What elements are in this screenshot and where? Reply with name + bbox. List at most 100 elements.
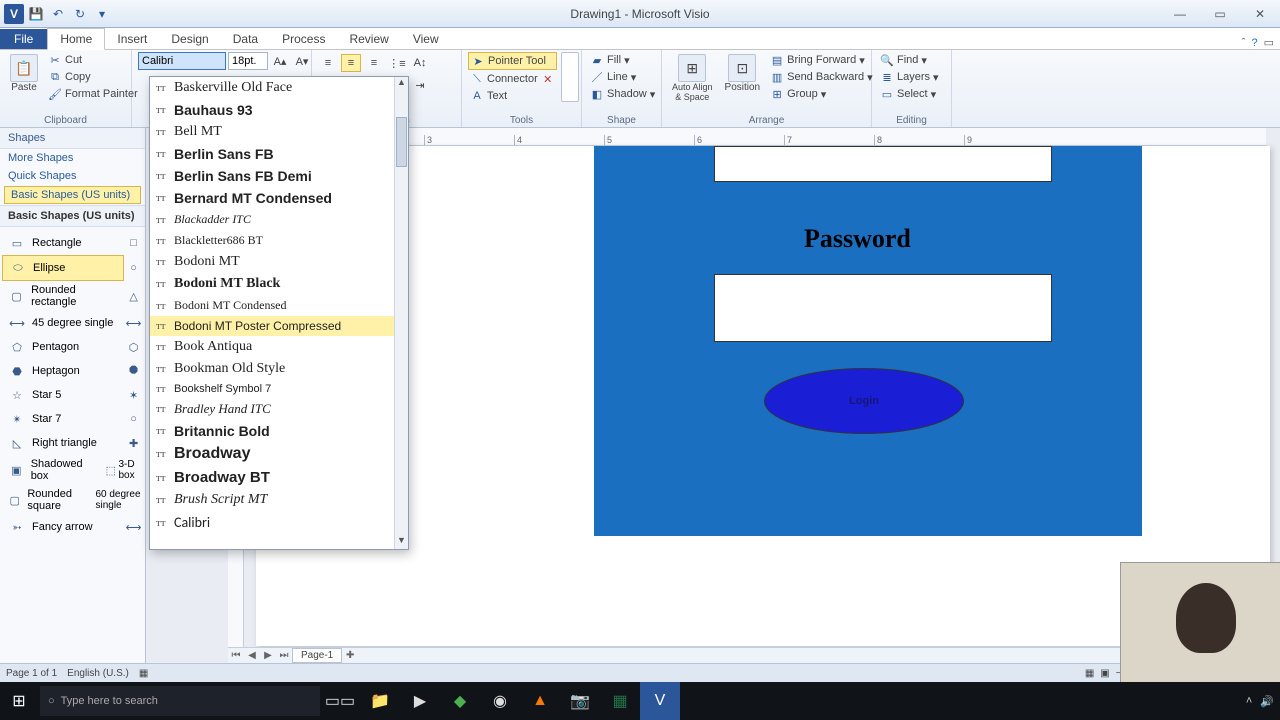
bullets-button[interactable]: ⋮≡ xyxy=(387,54,407,72)
shape-rounded-rect[interactable]: ▢Rounded rectangle xyxy=(2,281,124,311)
page-tab-1[interactable]: Page-1 xyxy=(292,648,342,663)
format-painter-button[interactable]: 🖌Format Painter xyxy=(46,86,140,102)
tools-expand[interactable] xyxy=(561,52,579,102)
shapes-header[interactable]: Shapes xyxy=(0,128,145,149)
password-label[interactable]: Password xyxy=(804,224,911,254)
tab-data[interactable]: Data xyxy=(221,29,270,49)
ribbon-minimize-icon[interactable]: ˆ xyxy=(1242,37,1246,49)
select-button[interactable]: ▭Select▾ xyxy=(878,86,941,102)
status-lang[interactable]: English (U.S.) xyxy=(67,668,129,679)
font-option[interactable]: ᴛᴛBrush Script MT xyxy=(150,489,394,511)
system-tray[interactable]: ˄ 🔊 xyxy=(1246,695,1280,708)
fill-button[interactable]: ▰Fill▾ xyxy=(588,52,657,68)
copy-button[interactable]: ⧉Copy xyxy=(46,69,140,85)
taskbar-search[interactable]: ○ Type here to search xyxy=(40,686,320,716)
tray-wifi-icon[interactable]: 🔊 xyxy=(1260,695,1274,708)
scroll-down-icon[interactable]: ▼ xyxy=(395,535,408,549)
shape-star7[interactable]: ✴Star 7 xyxy=(2,407,124,431)
tab-home[interactable]: Home xyxy=(47,28,105,50)
login-ellipse[interactable]: Login xyxy=(764,368,964,434)
square-icon[interactable]: □ xyxy=(124,234,143,252)
shape-ellipse[interactable]: ⬭Ellipse xyxy=(2,255,124,281)
font-dropdown[interactable]: ᴛᴛBaskerville Old FaceᴛᴛBauhaus 93ᴛᴛBell… xyxy=(149,76,409,550)
font-size-input[interactable] xyxy=(228,52,268,70)
cross-icon[interactable]: ✚ xyxy=(124,434,143,452)
increase-indent-button[interactable]: ⇥ xyxy=(410,76,430,94)
tab-process[interactable]: Process xyxy=(270,29,337,49)
vlc-icon[interactable]: ▲ xyxy=(520,682,560,720)
tab-file[interactable]: File xyxy=(0,29,47,49)
font-option[interactable]: ᴛᴛBodoni MT xyxy=(150,251,394,273)
view-normal-icon[interactable]: ▦ xyxy=(1085,668,1094,679)
position-button[interactable]: ⊡Position xyxy=(721,52,765,95)
font-option[interactable]: ᴛᴛBlackletter686 BT xyxy=(150,230,394,251)
page-prev[interactable]: ◀ xyxy=(244,650,260,661)
circle-icon[interactable]: ○ xyxy=(124,259,143,277)
minimize-button[interactable]: — xyxy=(1160,4,1200,24)
shape-pentagon[interactable]: ⬠Pentagon xyxy=(2,335,124,359)
page-insert[interactable]: ✚ xyxy=(342,650,358,661)
shape-fancy[interactable]: ➳Fancy arrow xyxy=(2,515,124,539)
font-option[interactable]: ᴛᴛBerlin Sans FB xyxy=(150,143,394,165)
font-option[interactable]: ᴛᴛBlackadder ITC xyxy=(150,209,394,230)
shape-shadowed[interactable]: ▣Shadowed box xyxy=(2,455,103,485)
hexagon-icon[interactable]: ⬡ xyxy=(124,338,143,356)
qat-undo[interactable]: ↶ xyxy=(48,4,68,24)
page-first[interactable]: ⏮ xyxy=(228,650,244,661)
align-bottom-button[interactable]: ≡ xyxy=(364,54,384,72)
layers-button[interactable]: ≣Layers▾ xyxy=(878,69,941,85)
find-button[interactable]: 🔍Find▾ xyxy=(878,52,941,68)
font-option[interactable]: ᴛᴛBradley Hand ITC xyxy=(150,398,394,420)
maximize-button[interactable]: ▭ xyxy=(1200,4,1240,24)
paste-button[interactable]: 📋 Paste xyxy=(6,52,42,95)
font-option[interactable]: ᴛᴛBritannic Bold xyxy=(150,420,394,442)
shadow-button[interactable]: ◧Shadow▾ xyxy=(588,86,657,102)
font-option[interactable]: ᴛᴛBook Antiqua xyxy=(150,336,394,358)
shape-star5[interactable]: ☆Star 5 xyxy=(2,383,124,407)
quick-shapes-link[interactable]: Quick Shapes xyxy=(0,167,145,185)
password-field-rect[interactable] xyxy=(714,274,1052,342)
star6-icon[interactable]: ✶ xyxy=(124,386,143,404)
align-top-button[interactable]: ≡ xyxy=(318,54,338,72)
status-macro-icon[interactable]: ▦ xyxy=(139,668,148,679)
page-next[interactable]: ▶ xyxy=(260,650,276,661)
tab-view[interactable]: View xyxy=(401,29,451,49)
font-option[interactable]: ᴛᴛCalibri xyxy=(150,511,394,534)
explorer-icon[interactable]: 📁 xyxy=(360,682,400,720)
font-option[interactable]: ᴛᴛBaskerville Old Face xyxy=(150,77,394,99)
circle2-icon[interactable]: ○ xyxy=(124,410,143,428)
tab-insert[interactable]: Insert xyxy=(105,29,159,49)
app-green-icon[interactable]: ◆ xyxy=(440,682,480,720)
font-name-input[interactable] xyxy=(138,52,226,70)
stencil-link[interactable]: Basic Shapes (US units) xyxy=(4,186,141,204)
font-option[interactable]: ᴛᴛBernard MT Condensed xyxy=(150,187,394,209)
pointer-tool-button[interactable]: ➤Pointer Tool xyxy=(468,52,557,70)
more-shapes-link[interactable]: More Shapes xyxy=(0,149,145,167)
text-tool-button[interactable]: AText xyxy=(468,88,557,104)
font-option[interactable]: ᴛᴛBodoni MT Condensed xyxy=(150,295,394,316)
excel-icon[interactable]: ▦ xyxy=(600,682,640,720)
shape-right-tri[interactable]: ◺Right triangle xyxy=(2,431,124,455)
group-button[interactable]: ⊞Group▾ xyxy=(768,86,875,102)
shrink-font-button[interactable]: A▾ xyxy=(292,52,312,70)
font-option[interactable]: ᴛᴛBodoni MT Black xyxy=(150,273,394,295)
app-icon[interactable]: V xyxy=(4,4,24,24)
scroll-thumb[interactable] xyxy=(396,117,407,167)
qat-save[interactable]: 💾 xyxy=(26,4,46,24)
font-option[interactable]: ᴛᴛBroadway BT xyxy=(150,466,394,489)
close-button[interactable]: ✕ xyxy=(1240,4,1280,24)
grow-font-button[interactable]: A▴ xyxy=(270,52,290,70)
chrome-icon[interactable]: ◉ xyxy=(480,682,520,720)
font-scrollbar[interactable]: ▲ ▼ xyxy=(394,77,408,549)
tab-review[interactable]: Review xyxy=(337,29,400,49)
help-icon[interactable]: ? xyxy=(1251,37,1257,49)
shape-rectangle[interactable]: ▭Rectangle xyxy=(2,231,124,255)
bring-forward-button[interactable]: ▤Bring Forward▾ xyxy=(768,52,875,68)
text-direction-button[interactable]: A↕ xyxy=(410,54,430,72)
connector-tool-button[interactable]: ⟍Connector✕ xyxy=(468,71,557,87)
octagon-icon[interactable]: ⯃ xyxy=(124,362,143,380)
tray-expand-icon[interactable]: ˄ xyxy=(1246,695,1252,707)
font-option[interactable]: ᴛᴛBell MT xyxy=(150,121,394,143)
ribbon-options-icon[interactable]: ▭ xyxy=(1264,36,1274,49)
shape-rounded-sq[interactable]: ▢Rounded square xyxy=(2,485,95,515)
